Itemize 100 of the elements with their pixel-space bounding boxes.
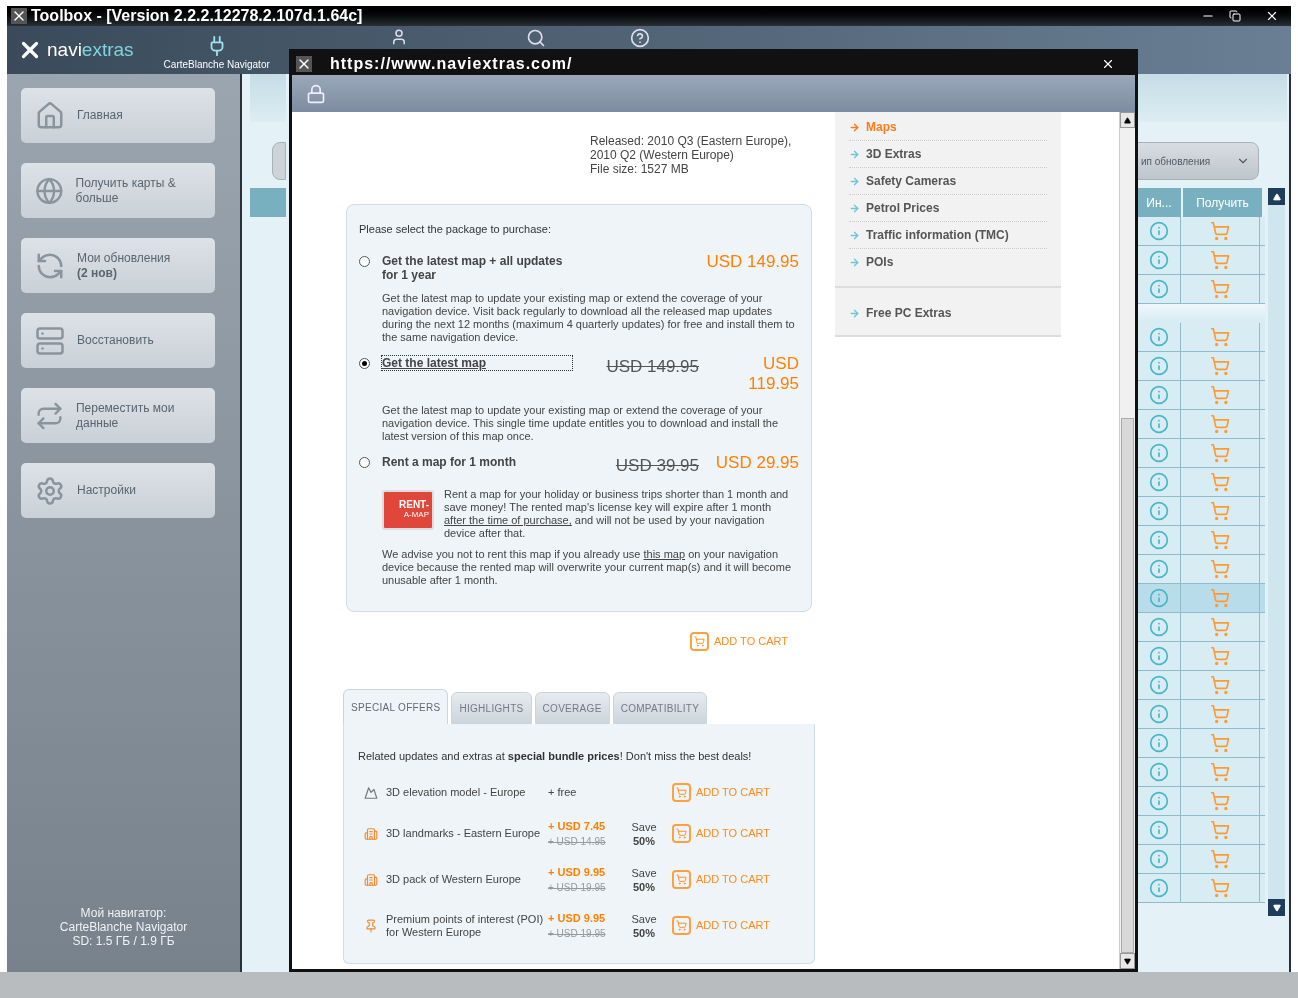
tab[interactable]: COVERAGE (534, 692, 610, 724)
category-menu-item[interactable]: Traffic information (TMC) (849, 222, 1047, 249)
logo: naviextras (17, 35, 134, 65)
info-icon[interactable] (1148, 530, 1169, 550)
cart-icon[interactable] (1210, 878, 1230, 898)
cart-icon[interactable] (1210, 617, 1230, 637)
cart-icon (676, 787, 687, 798)
package-title[interactable]: Get the latest map (382, 355, 572, 370)
scrollbar[interactable] (1119, 112, 1135, 969)
info-icon[interactable] (1148, 385, 1169, 405)
cart-icon[interactable] (1210, 356, 1230, 376)
info-icon[interactable] (1148, 501, 1169, 521)
info-icon[interactable] (1148, 849, 1169, 869)
old-price: USD 149.95 (606, 355, 699, 378)
app-icon (11, 8, 27, 24)
cart-icon[interactable] (1210, 675, 1230, 695)
device-info-text: Мой навигатор: (80, 906, 167, 920)
offer-price: + USD 9.95 (548, 864, 606, 880)
offer-name: 3D elevation model - Europe (386, 786, 527, 799)
sidebar-item[interactable]: Переместить мои данные (21, 388, 215, 443)
cart-icon[interactable] (1210, 443, 1230, 463)
cart-icon[interactable] (1210, 849, 1230, 869)
cart-icon[interactable] (1210, 646, 1230, 666)
category-menu-item[interactable]: Free PC Extras (849, 300, 1047, 327)
info-icon[interactable] (1148, 443, 1169, 463)
offer-icon (364, 826, 378, 841)
cart-icon[interactable] (1210, 279, 1230, 299)
package-description: Get the latest map to update your existing map or extend the coverage of your navigation device. This single time update entitles you to download and install the latest version of this map once. (382, 403, 780, 443)
info-icon[interactable] (1148, 279, 1169, 299)
offer-old-price: + USD 19.95 (548, 881, 606, 896)
search-icon[interactable] (525, 28, 546, 48)
tab[interactable]: SPECIAL OFFERS (343, 689, 449, 724)
cart-icon[interactable] (1210, 385, 1230, 405)
radio-button[interactable] (359, 255, 370, 267)
info-icon[interactable] (1148, 617, 1169, 637)
cart-icon[interactable] (1210, 733, 1230, 753)
offer-icon (364, 918, 378, 933)
radio-button[interactable] (359, 357, 370, 369)
content-header (250, 74, 286, 122)
add-to-cart-button[interactable]: ADD TO CART (690, 632, 788, 651)
cart-icon[interactable] (1210, 530, 1230, 550)
cart-icon[interactable] (1210, 762, 1230, 782)
cart-icon[interactable] (1210, 704, 1230, 724)
category-menu-item[interactable]: Petrol Prices (849, 195, 1047, 222)
close-icon[interactable] (1265, 9, 1279, 23)
info-icon[interactable] (1148, 733, 1169, 753)
browser-url: https://www.naviextras.com/ (330, 53, 573, 74)
info-icon[interactable] (1148, 414, 1169, 434)
category-menu-item[interactable]: POIs (849, 249, 1047, 276)
cart-icon[interactable] (1210, 501, 1230, 521)
restore-icon[interactable] (1229, 10, 1241, 22)
category-menu-item[interactable]: Maps (849, 114, 1047, 141)
info-icon[interactable] (1148, 356, 1169, 376)
radio-button[interactable] (359, 456, 370, 468)
info-icon[interactable] (1148, 327, 1169, 347)
info-icon[interactable] (1148, 646, 1169, 666)
device-label: CarteBlanche Navigator (163, 58, 270, 72)
save-label: Save (631, 819, 657, 834)
cart-icon[interactable] (1210, 588, 1230, 608)
old-price: USD 39.95 (615, 454, 699, 477)
filter-button[interactable] (272, 142, 286, 180)
package-description: Get the latest map to update your existing map or extend the coverage of your navigation device. Visit back regularly to download all the released map updates during the next 12 months (maximum 4 quarterly updates) for free and install them to the same navigation device. (382, 291, 796, 344)
cart-icon[interactable] (1210, 221, 1230, 241)
info-icon[interactable] (1148, 559, 1169, 579)
tab[interactable]: COMPATIBILITY (612, 692, 708, 724)
package-title[interactable]: Get the latest map + all updates for 1 year (382, 253, 572, 282)
sidebar-item[interactable]: Настройки (21, 463, 215, 518)
info-icon[interactable] (1148, 472, 1169, 492)
info-icon[interactable] (1148, 675, 1169, 695)
cart-icon[interactable] (1210, 250, 1230, 270)
category-menu-item[interactable]: 3D Extras (849, 141, 1047, 168)
sidebar-item[interactable]: Получить карты & больше (21, 163, 215, 218)
info-icon[interactable] (1148, 878, 1169, 898)
info-icon[interactable] (1148, 250, 1169, 270)
cart-icon[interactable] (1210, 327, 1230, 347)
scroll-down-icon[interactable] (1124, 957, 1131, 965)
category-menu-item[interactable]: Safety Cameras (849, 168, 1047, 195)
text-link[interactable]: after the time of purchase, (444, 514, 572, 526)
cart-icon[interactable] (1210, 820, 1230, 840)
cart-icon[interactable] (1210, 414, 1230, 434)
cart-icon[interactable] (1210, 559, 1230, 579)
info-icon[interactable] (1148, 791, 1169, 811)
sidebar-item[interactable]: Главная (21, 88, 215, 143)
package-title[interactable]: Rent a map for 1 month (382, 454, 572, 469)
tab[interactable]: HIGHLIGHTS (451, 692, 532, 724)
cart-icon[interactable] (1210, 472, 1230, 492)
help-icon[interactable] (629, 28, 650, 48)
package-price: USD 119.95 (747, 353, 799, 394)
info-icon[interactable] (1148, 221, 1169, 241)
scroll-up-icon[interactable] (1124, 116, 1131, 124)
release-info-text: File size: 1527 MB (590, 162, 690, 176)
sidebar-item[interactable]: Восстановить (21, 313, 215, 368)
sidebar-item[interactable]: Мои обновления (2 нов) (21, 238, 215, 293)
info-icon[interactable] (1148, 762, 1169, 782)
info-icon[interactable] (1148, 704, 1169, 724)
cart-icon (676, 920, 687, 931)
text-link[interactable]: this map (643, 548, 686, 560)
cart-icon[interactable] (1210, 791, 1230, 811)
info-icon[interactable] (1148, 820, 1169, 840)
info-icon[interactable] (1148, 588, 1169, 608)
